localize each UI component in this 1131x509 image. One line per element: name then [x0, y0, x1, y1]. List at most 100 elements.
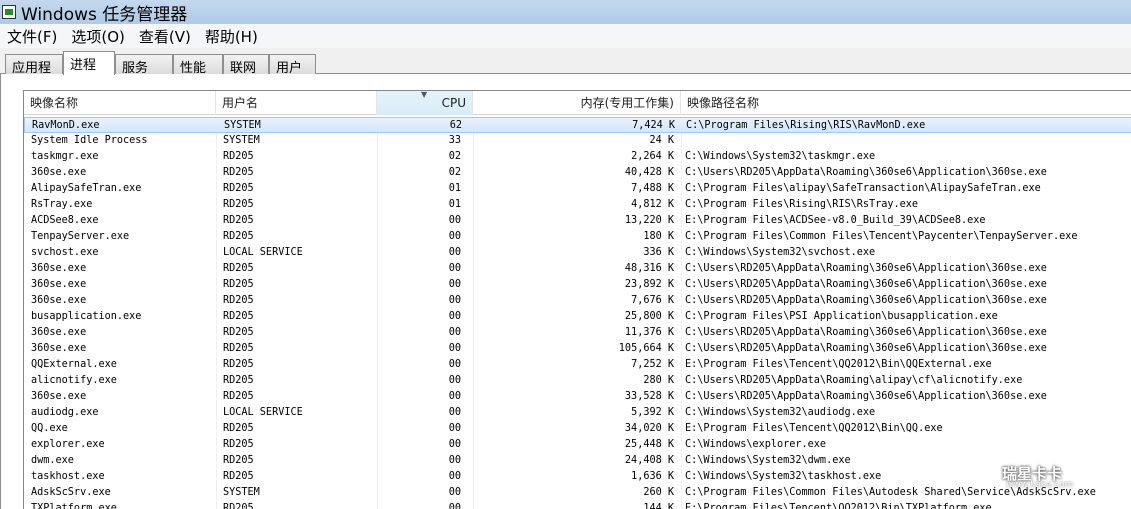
- process-user: RD205: [223, 471, 254, 482]
- process-row[interactable]: 360se.exe RD205 00 11,376 K C:\Users\RD205\A…: [24, 325, 1131, 341]
- process-user: RD205: [223, 503, 254, 509]
- process-cpu: 00: [448, 487, 461, 498]
- process-user: RD205: [223, 215, 254, 226]
- process-user: RD205: [223, 375, 254, 386]
- process-memory: 7,252 K: [631, 359, 674, 370]
- process-row[interactable]: 360se.exe RD205 00 48,316 K C:\Users\RD205\A…: [24, 261, 1131, 277]
- process-row[interactable]: taskmgr.exe RD205 02 2,264 K C:\Windows\Syst…: [24, 149, 1131, 165]
- process-cpu: 00: [448, 359, 461, 370]
- process-row[interactable]: AlipaySafeTran.exe RD205 01 7,488 K C:\Progr…: [24, 181, 1131, 197]
- process-cpu: 62: [449, 120, 462, 131]
- process-path: C:\Users\RD205\AppData\Roaming\360se6\Ap…: [685, 391, 1047, 402]
- menu-bar: 文件(F) 选项(O) 查看(V) 帮助(H): [0, 24, 1131, 48]
- process-memory: 7,488 K: [631, 183, 674, 194]
- process-row[interactable]: svchost.exe LOCAL SERVICE 00 336 K C:\Window…: [24, 245, 1131, 261]
- menu-help[interactable]: 帮助(H): [198, 26, 265, 47]
- process-row[interactable]: System Idle Process SYSTEM 33 24 K: [24, 133, 1131, 149]
- process-path: E:\Program Files\Tencent\QQ2012\Bin\QQ.e…: [685, 423, 943, 434]
- process-row[interactable]: dwm.exe RD205 00 24,408 K C:\Windows\System3…: [24, 453, 1131, 469]
- process-row[interactable]: 360se.exe RD205 00 105,664 K C:\Users\RD205\…: [24, 341, 1131, 357]
- process-memory: 25,800 K: [624, 311, 674, 322]
- process-path: C:\Users\RD205\AppData\Roaming\360se6\Ap…: [685, 167, 1047, 178]
- tab-services[interactable]: 服务: [115, 54, 173, 76]
- tab-strip: 应用程序 进程 服务 性能 联网 用户: [0, 48, 1131, 95]
- process-row[interactable]: 360se.exe RD205 00 33,528 K C:\Users\RD205\A…: [24, 389, 1131, 405]
- process-name: 360se.exe: [31, 167, 87, 178]
- tab-users[interactable]: 用户: [269, 54, 316, 76]
- process-row[interactable]: QQExternal.exe RD205 00 7,252 K E:\Program F…: [24, 357, 1131, 373]
- process-path: C:\Users\RD205\AppData\Roaming\360se6\Ap…: [685, 327, 1047, 338]
- process-row[interactable]: taskhost.exe RD205 00 1,636 K C:\Windows\Sys…: [24, 469, 1131, 485]
- tab-networking[interactable]: 联网: [223, 54, 269, 76]
- process-row[interactable]: AdskScSrv.exe SYSTEM 00 260 K C:\Program Fil…: [24, 485, 1131, 501]
- process-cpu: 00: [448, 311, 461, 322]
- process-name: QQ.exe: [31, 423, 68, 434]
- menu-view[interactable]: 查看(V): [132, 26, 198, 47]
- column-image-name[interactable]: 映像名称: [24, 91, 216, 115]
- process-user: RD205: [223, 263, 254, 274]
- sort-descending-icon: ▼: [421, 90, 428, 99]
- process-rows: RavMonD.exe SYSTEM 62 7,424 K C:\Program Fil…: [24, 117, 1131, 509]
- process-path: E:\Program Files\ACDSee-v8.0_Build_39\AC…: [685, 215, 986, 226]
- process-memory: 13,220 K: [624, 215, 674, 226]
- process-user: RD205: [223, 455, 254, 466]
- process-row[interactable]: audiodg.exe LOCAL SERVICE 00 5,392 K C:\Wind…: [24, 405, 1131, 421]
- process-user: LOCAL SERVICE: [223, 247, 303, 258]
- process-name: alicnotify.exe: [31, 375, 117, 386]
- process-name: ACDSee8.exe: [31, 215, 99, 226]
- process-row[interactable]: 360se.exe RD205 00 23,892 K C:\Users\RD205\A…: [24, 277, 1131, 293]
- process-row[interactable]: explorer.exe RD205 00 25,448 K C:\Windows\ex…: [24, 437, 1131, 453]
- column-cpu[interactable]: ▼ CPU: [377, 91, 473, 115]
- process-row[interactable]: QQ.exe RD205 00 34,020 K E:\Program Files\Te…: [24, 421, 1131, 437]
- process-path: C:\Users\RD205\AppData\Roaming\alipay\cf…: [685, 375, 1023, 386]
- column-image-path[interactable]: 映像路径名称: [681, 91, 1131, 115]
- process-row[interactable]: 360se.exe RD205 00 7,676 K C:\Users\RD205\Ap…: [24, 293, 1131, 309]
- window-title: Windows 任务管理器: [21, 4, 188, 25]
- column-memory[interactable]: 内存(专用工作集): [473, 91, 681, 115]
- process-row[interactable]: TXPlatform.exe RD205 00 144 K E:\Program Fil…: [24, 501, 1131, 509]
- process-row[interactable]: 360se.exe RD205 02 40,428 K C:\Users\RD205\A…: [24, 165, 1131, 181]
- column-user-name[interactable]: 用户名: [216, 91, 377, 115]
- menu-file[interactable]: 文件(F): [0, 26, 64, 47]
- process-name: 360se.exe: [31, 263, 87, 274]
- process-memory: 280 K: [643, 375, 674, 386]
- process-cpu: 00: [448, 263, 461, 274]
- process-cpu: 00: [448, 279, 461, 290]
- process-name: TenpayServer.exe: [31, 231, 130, 242]
- process-row[interactable]: RavMonD.exe SYSTEM 62 7,424 K C:\Program Fil…: [24, 117, 1131, 133]
- process-user: RD205: [223, 327, 254, 338]
- process-path: C:\Users\RD205\AppData\Roaming\360se6\Ap…: [685, 343, 1047, 354]
- tab-performance[interactable]: 性能: [173, 54, 223, 76]
- process-path: C:\Program Files\alipay\SafeTransaction\…: [685, 183, 1041, 194]
- processes-panel: 映像名称 用户名 ▼ CPU 内存(专用工作集) 映像路径名称 RavMonD.…: [0, 74, 1131, 509]
- tab-processes[interactable]: 进程: [63, 51, 115, 75]
- process-path: C:\Windows\System32\taskmgr.exe: [685, 151, 876, 162]
- process-name: 360se.exe: [31, 391, 87, 402]
- process-memory: 23,892 K: [624, 279, 674, 290]
- process-row[interactable]: alicnotify.exe RD205 00 280 K C:\Users\RD205…: [24, 373, 1131, 389]
- process-row[interactable]: busapplication.exe RD205 00 25,800 K C:\Prog…: [24, 309, 1131, 325]
- process-path: C:\Windows\explorer.exe: [685, 439, 827, 450]
- tab-applications[interactable]: 应用程序: [5, 54, 63, 95]
- process-cpu: 02: [448, 151, 461, 162]
- process-name: AdskScSrv.exe: [31, 487, 111, 498]
- process-cpu: 00: [448, 391, 461, 402]
- process-name: 360se.exe: [31, 327, 87, 338]
- process-memory: 7,676 K: [631, 295, 674, 306]
- process-name: QQExternal.exe: [31, 359, 117, 370]
- process-user: SYSTEM: [223, 135, 260, 146]
- process-memory: 336 K: [643, 247, 674, 258]
- column-header: 映像名称 用户名 ▼ CPU 内存(专用工作集) 映像路径名称: [24, 91, 1131, 115]
- process-memory: 11,376 K: [624, 327, 674, 338]
- process-memory: 24 K: [649, 135, 674, 146]
- process-row[interactable]: ACDSee8.exe RD205 00 13,220 K E:\Program Fil…: [24, 213, 1131, 229]
- process-name: busapplication.exe: [31, 311, 142, 322]
- process-memory: 25,448 K: [624, 439, 674, 450]
- menu-options[interactable]: 选项(O): [64, 26, 132, 47]
- process-row[interactable]: TenpayServer.exe RD205 00 180 K C:\Program F…: [24, 229, 1131, 245]
- process-user: RD205: [223, 359, 254, 370]
- process-list[interactable]: 映像名称 用户名 ▼ CPU 内存(专用工作集) 映像路径名称 RavMonD.…: [23, 90, 1131, 509]
- process-name: dwm.exe: [31, 455, 74, 466]
- process-row[interactable]: RsTray.exe RD205 01 4,812 K C:\Program Files…: [24, 197, 1131, 213]
- process-path: C:\Program Files\Rising\RIS\RsTray.exe: [685, 199, 919, 210]
